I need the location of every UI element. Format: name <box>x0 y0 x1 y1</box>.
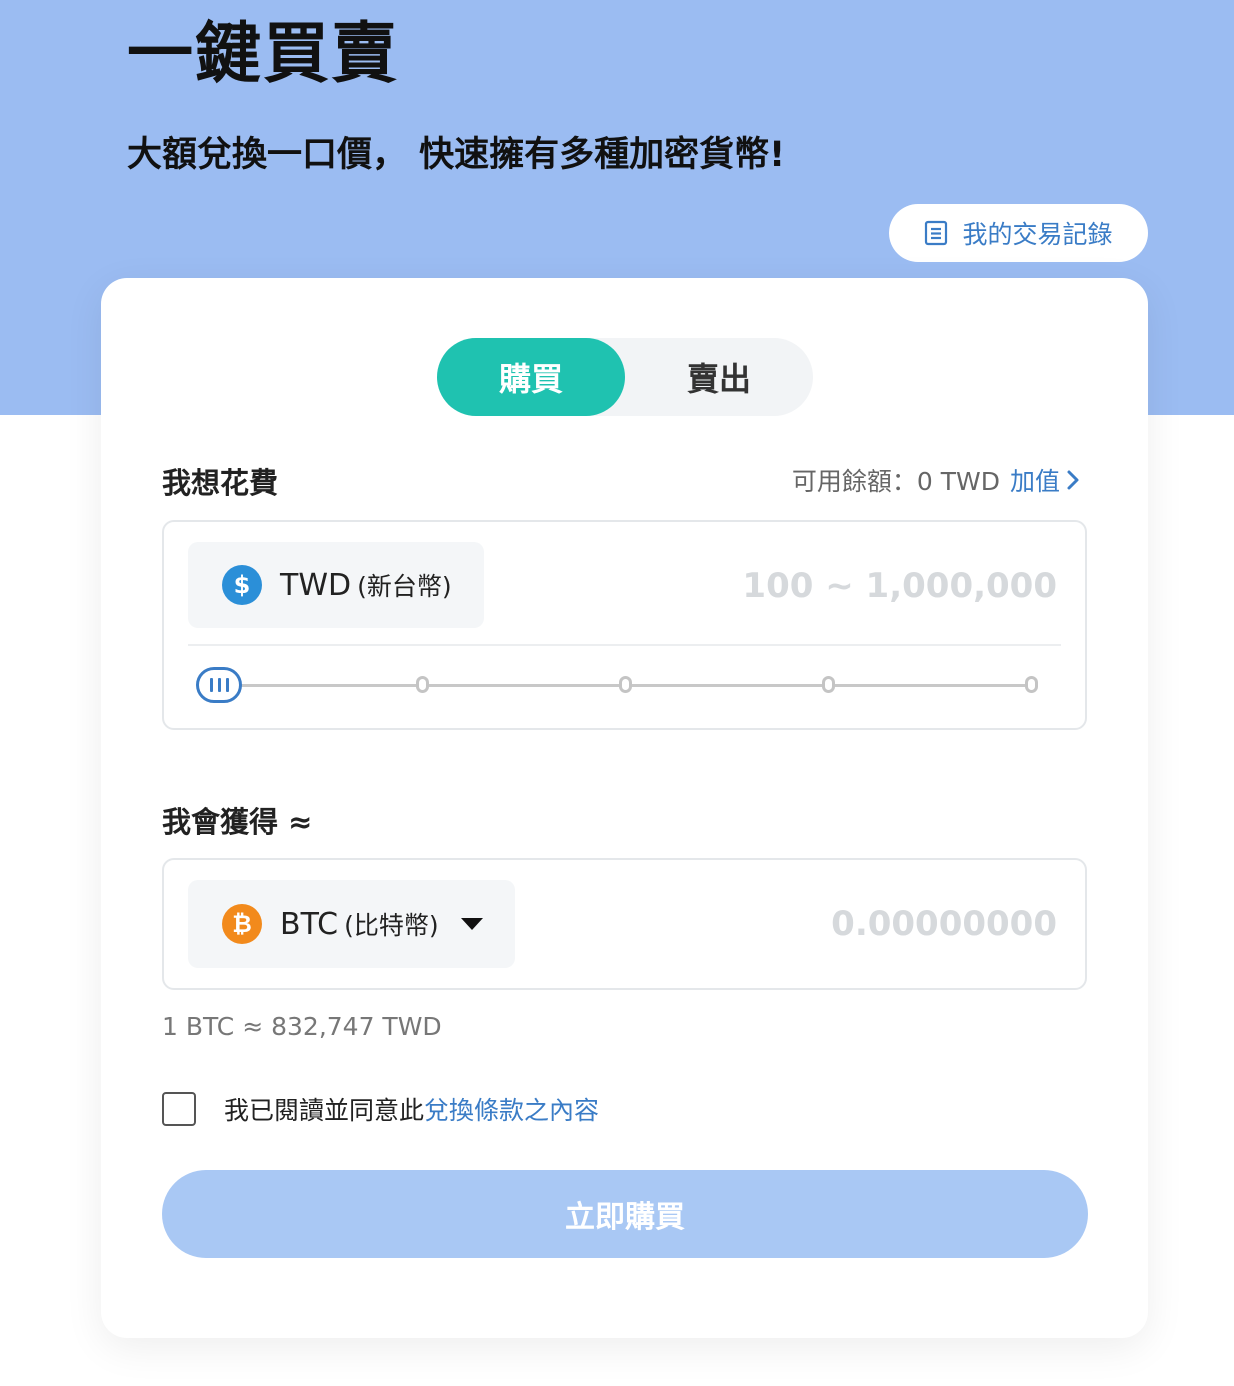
spend-divider <box>188 644 1061 646</box>
topup-label: 加值 <box>1009 467 1060 496</box>
caret-down-icon <box>460 918 483 930</box>
slider-tick[interactable] <box>1025 676 1038 693</box>
page-title: 一鍵買賣 <box>127 15 399 92</box>
spend-currency-name: (新台幣) <box>357 572 452 601</box>
exchange-rate: 1 BTC ≈ 832,747 TWD <box>162 1012 442 1041</box>
spend-label: 我想花費 <box>162 466 279 500</box>
available-balance: 可用餘額：0 TWD 加值 <box>792 462 1080 498</box>
spend-amount-input[interactable]: 100 ~ 1,000,000 <box>742 566 1057 606</box>
transaction-history-label: 我的交易記錄 <box>962 220 1113 249</box>
slider-tick[interactable] <box>822 676 835 693</box>
terms-text: 我已閱讀並同意此 <box>224 1096 425 1125</box>
tab-sell[interactable]: 賣出 <box>625 338 813 416</box>
document-list-icon <box>925 220 948 246</box>
receive-currency-code: BTC <box>280 906 339 942</box>
slider-tick[interactable] <box>619 676 632 693</box>
trade-card: 購買 賣出 我想花費 可用餘額：0 TWD 加值 $ TWD (新台幣) 100… <box>101 278 1148 1338</box>
topup-link[interactable]: 加值 <box>1010 462 1080 498</box>
slider-tick[interactable] <box>416 676 429 693</box>
buy-now-button[interactable]: 立即購買 <box>162 1170 1088 1258</box>
amount-slider[interactable] <box>196 667 1048 703</box>
page-subtitle: 大額兌換一口價， 快速擁有多種加密貨幣! <box>127 135 786 175</box>
terms-link[interactable]: 兌換條款之內容 <box>424 1091 599 1127</box>
terms-checkbox[interactable] <box>162 1092 196 1126</box>
buy-sell-toggle: 購買 賣出 <box>437 338 813 416</box>
spend-input-box: $ TWD (新台幣) 100 ~ 1,000,000 <box>162 520 1087 730</box>
receive-input-box: ₿ BTC (比特幣) 0.00000000 <box>162 858 1087 990</box>
spend-currency-code: TWD <box>280 567 352 603</box>
receive-currency-dropdown[interactable]: ₿ BTC (比特幣) <box>188 880 515 968</box>
dollar-sign-icon: $ <box>222 565 262 605</box>
receive-label: 我會獲得 ≈ <box>162 805 313 839</box>
transaction-history-button[interactable]: 我的交易記錄 <box>889 204 1148 262</box>
slider-handle[interactable] <box>196 667 242 703</box>
receive-amount-output: 0.00000000 <box>831 904 1057 944</box>
chevron-right-icon <box>1067 470 1079 490</box>
terms-agreement: 我已閱讀並同意此 兌換條款之內容 <box>162 1091 599 1127</box>
bitcoin-icon: ₿ <box>222 904 262 944</box>
available-balance-text: 可用餘額：0 TWD <box>791 467 1000 496</box>
tab-buy[interactable]: 購買 <box>437 338 625 416</box>
spend-currency-selector: $ TWD (新台幣) <box>188 542 484 628</box>
receive-currency-name: (比特幣) <box>344 911 439 940</box>
